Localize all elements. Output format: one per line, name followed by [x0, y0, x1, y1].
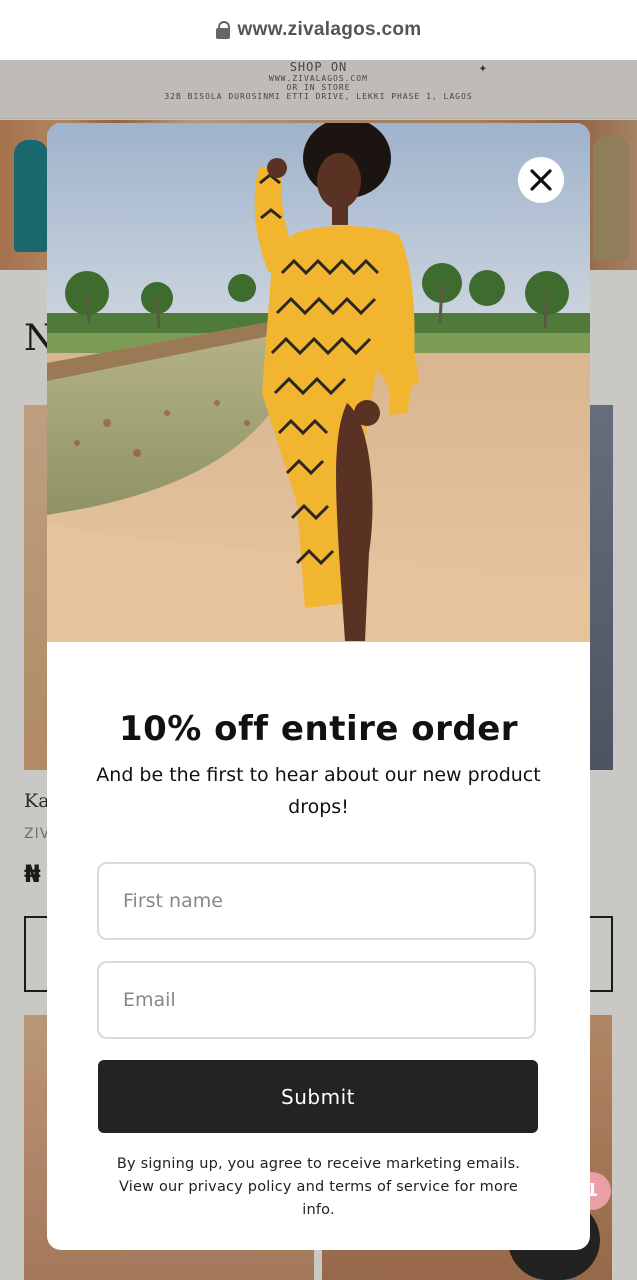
legal-disclaimer: By signing up, you agree to receive mark…: [116, 1156, 521, 1218]
submit-button[interactable]: Submit: [98, 1060, 538, 1133]
popup-hero-image: [47, 123, 590, 642]
url-text[interactable]: www.zivalagos.com: [238, 19, 422, 41]
beach-photo: [47, 123, 590, 642]
close-button[interactable]: [518, 157, 564, 203]
popup-subline: And be the first to hear about our new p…: [96, 764, 541, 818]
lock-icon: [215, 21, 230, 39]
close-icon: [530, 169, 552, 191]
browser-url-bar[interactable]: www.zivalagos.com: [0, 0, 637, 60]
email-input[interactable]: [97, 961, 536, 1039]
popup-headline: 10% off entire order: [118, 709, 519, 749]
signup-popup: 10% off entire order And be the first to…: [47, 123, 590, 1250]
first-name-input[interactable]: [97, 862, 536, 940]
